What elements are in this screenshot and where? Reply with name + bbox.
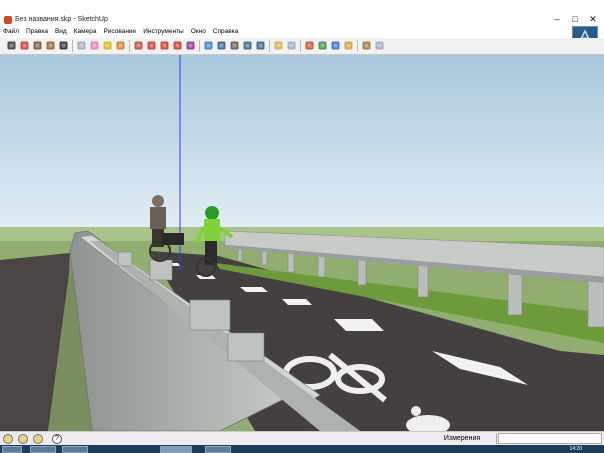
toolbar-separator	[300, 40, 301, 52]
circle-tool-icon[interactable]	[45, 40, 56, 51]
tape-measure-icon[interactable]	[102, 40, 113, 51]
rectangle-tool-icon[interactable]	[32, 40, 43, 51]
eraser-tool-icon[interactable]	[89, 40, 100, 51]
menu-edit[interactable]: Правка	[23, 26, 52, 38]
geo-location-icon[interactable]	[3, 434, 13, 444]
scene-render	[0, 55, 604, 431]
clock[interactable]: 14:20	[569, 445, 582, 453]
follow-me-icon[interactable]	[172, 40, 183, 51]
toolbar-separator	[129, 40, 130, 52]
pencil-tool-icon[interactable]	[19, 40, 30, 51]
sketchup-app-icon	[4, 16, 12, 24]
make-component-icon[interactable]	[76, 40, 87, 51]
os-taskbar: 14:20	[0, 445, 604, 453]
toolbar-separator	[72, 40, 73, 52]
menu-file[interactable]: Файл	[0, 26, 23, 38]
main-toolbar	[0, 38, 604, 55]
title-bar: Без названия.skp - SketchUp – □ ✕	[0, 0, 604, 26]
get-models-icon[interactable]	[273, 40, 284, 51]
minimize-button[interactable]: –	[552, 14, 562, 24]
push-pull-icon[interactable]	[133, 40, 144, 51]
menu-tools[interactable]: Инструменты	[140, 26, 188, 38]
toolbar-separator	[269, 40, 270, 52]
extension-icon[interactable]	[361, 40, 372, 51]
paint-bucket-icon[interactable]	[115, 40, 126, 51]
warehouse-icon[interactable]	[343, 40, 354, 51]
rotate-tool-icon[interactable]	[159, 40, 170, 51]
toggle-terrain-icon[interactable]	[317, 40, 328, 51]
google-earth-icon[interactable]	[330, 40, 341, 51]
credits-icon[interactable]	[18, 434, 28, 444]
user-account-icon[interactable]	[33, 434, 43, 444]
zoom-window-icon[interactable]	[242, 40, 253, 51]
taskbar-sketchup[interactable]	[160, 446, 192, 453]
start-button[interactable]	[2, 446, 22, 453]
modeling-viewport[interactable]	[0, 55, 604, 431]
move-tool-icon[interactable]	[146, 40, 157, 51]
toolbar-separator	[199, 40, 200, 52]
menu-bar: Файл Правка Вид Камера Рисование Инструм…	[0, 26, 604, 38]
measurements-input[interactable]	[498, 433, 602, 444]
taskbar-app-3[interactable]	[205, 446, 231, 453]
window-title: Без названия.skp - SketchUp	[15, 16, 108, 23]
pan-tool-icon[interactable]	[216, 40, 227, 51]
share-model-icon[interactable]	[286, 40, 297, 51]
menu-window[interactable]: Окно	[188, 26, 210, 38]
menu-camera[interactable]: Камера	[71, 26, 101, 38]
orbit-tool-icon[interactable]	[203, 40, 214, 51]
close-button[interactable]: ✕	[588, 14, 598, 24]
zoom-tool-icon[interactable]	[229, 40, 240, 51]
menu-help[interactable]: Справка	[210, 26, 243, 38]
measurements-label: Измерения	[428, 434, 497, 444]
zoom-extents-icon[interactable]	[255, 40, 266, 51]
toolbar-separator	[357, 40, 358, 52]
select-tool-icon[interactable]	[6, 40, 17, 51]
taskbar-app-1[interactable]	[30, 446, 56, 453]
layout-icon[interactable]	[374, 40, 385, 51]
scale-tool-icon[interactable]	[185, 40, 196, 51]
add-location-icon[interactable]	[304, 40, 315, 51]
help-icon[interactable]: ?	[52, 434, 62, 444]
menu-draw[interactable]: Рисование	[100, 26, 140, 38]
status-bar: ? Измерения	[0, 431, 604, 446]
menu-view[interactable]: Вид	[52, 26, 71, 38]
maximize-button[interactable]: □	[570, 14, 580, 24]
arc-tool-icon[interactable]	[58, 40, 69, 51]
taskbar-app-2[interactable]	[62, 446, 88, 453]
window-controls: – □ ✕	[552, 14, 598, 24]
